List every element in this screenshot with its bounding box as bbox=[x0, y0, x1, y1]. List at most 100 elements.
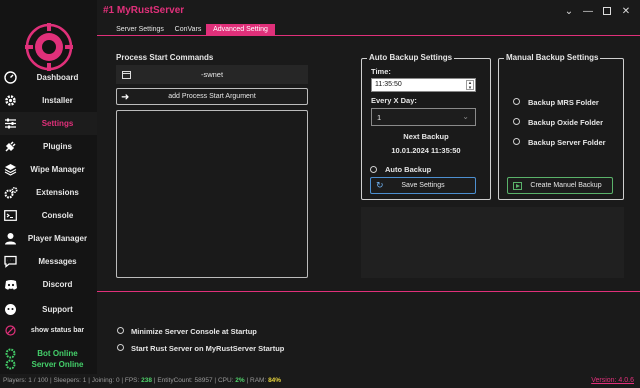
discord-icon bbox=[3, 277, 18, 292]
sidebar-item-label: show status bar bbox=[30, 327, 85, 334]
next-backup-value: 10.01.2024 11:35:50 bbox=[391, 146, 461, 155]
gear-icon bbox=[3, 93, 18, 108]
sidebar-item-label: Support bbox=[42, 305, 73, 314]
maximize-button[interactable] bbox=[600, 4, 614, 18]
no-icon bbox=[3, 323, 18, 338]
sidebar-item-label: Extensions bbox=[36, 188, 79, 197]
backup-oxide-radio[interactable] bbox=[513, 118, 520, 125]
sidebar-item-label: Server Online bbox=[31, 359, 84, 369]
time-value: 11:35:50 bbox=[375, 81, 402, 88]
cpu-value: 2% bbox=[235, 377, 245, 384]
chevron-down-icon[interactable]: ⌄ bbox=[562, 4, 576, 18]
arrow-right-icon: ➜ bbox=[121, 92, 130, 103]
day-select[interactable]: 1 ⌄ bbox=[371, 108, 476, 126]
status-bar: Players: 1 / 100 | Sleepers: 1 | Joining… bbox=[0, 374, 640, 388]
divider bbox=[97, 291, 640, 292]
title-bar: #1 MyRustServer ⌄ — ✕ bbox=[97, 0, 640, 22]
entity-value: 58957 bbox=[194, 377, 213, 384]
save-settings-button[interactable]: ↻ Save Settings bbox=[370, 177, 476, 194]
minimize-console-label: Minimize Server Console at Startup bbox=[131, 327, 257, 336]
add-argument-button[interactable]: ➜ add Process Start Argument bbox=[116, 88, 308, 105]
support-icon bbox=[3, 302, 18, 317]
auto-backup-label: Auto Backup bbox=[385, 165, 432, 174]
sidebar-item-plugins[interactable]: Plugins bbox=[0, 135, 97, 158]
sidebar-item-support[interactable]: Support bbox=[0, 298, 97, 321]
cpu-label: CPU: bbox=[217, 377, 234, 384]
sidebar-item-label: Player Manager bbox=[27, 234, 88, 243]
backup-mrs-label: Backup MRS Folder bbox=[528, 98, 599, 107]
sidebar-item-messages[interactable]: Messages bbox=[0, 250, 97, 273]
sleepers-value: 1 bbox=[82, 377, 87, 384]
fps-label: FPS: bbox=[124, 377, 140, 384]
server-icon bbox=[3, 357, 18, 372]
sidebar-item-label: Messages bbox=[38, 257, 77, 266]
sleepers-label: Sleepers: bbox=[53, 377, 81, 384]
logo bbox=[25, 23, 73, 71]
sliders-icon bbox=[3, 116, 18, 131]
sidebar-item-installer[interactable]: Installer bbox=[0, 89, 97, 112]
backup-mrs-radio[interactable] bbox=[513, 98, 520, 105]
backup-server-label: Backup Server Folder bbox=[528, 138, 606, 147]
backup-oxide-label: Backup Oxide Folder bbox=[528, 118, 604, 127]
status-metrics: Players: 1 / 100 | Sleepers: 1 | Joining… bbox=[3, 377, 282, 384]
create-backup-button[interactable]: Create Manuel Backup bbox=[507, 177, 613, 194]
time-label: Time: bbox=[371, 67, 391, 76]
sidebar-item-wipe-manager[interactable]: Wipe Manager bbox=[0, 158, 97, 181]
close-button[interactable]: ✕ bbox=[619, 4, 633, 18]
tab-convars[interactable]: ConVars bbox=[173, 24, 203, 35]
ram-value: 84% bbox=[268, 377, 282, 384]
tab-advanced-setting[interactable]: Advanced Setting bbox=[206, 24, 275, 35]
process-args-list[interactable] bbox=[116, 110, 308, 278]
tab-server-settings[interactable]: Server Settings bbox=[109, 24, 171, 35]
sidebar-item-extensions[interactable]: Extensions bbox=[0, 181, 97, 204]
layers-icon bbox=[3, 162, 18, 177]
sidebar: Dashboard Installer Settings Plugins Wip… bbox=[0, 0, 97, 374]
sidebar-item-label: Installer bbox=[42, 96, 73, 105]
play-icon bbox=[513, 182, 522, 190]
fps-value: 238 bbox=[141, 377, 152, 384]
players-value: 1 / 100 bbox=[28, 377, 49, 384]
log-panel bbox=[361, 207, 624, 278]
gears-icon bbox=[3, 185, 18, 200]
sidebar-item-discord[interactable]: Discord bbox=[0, 273, 97, 296]
plug-icon bbox=[3, 139, 18, 154]
sidebar-item-label: Plugins bbox=[43, 142, 72, 151]
process-arg-value: -swnet bbox=[200, 70, 224, 79]
backup-server-radio[interactable] bbox=[513, 138, 520, 145]
sidebar-item-label: Discord bbox=[42, 280, 73, 289]
minimize-console-radio[interactable] bbox=[117, 327, 124, 334]
manual-backup-title: Manual Backup Settings bbox=[504, 53, 601, 62]
terminal-icon bbox=[3, 208, 18, 223]
sidebar-item-console[interactable]: Console bbox=[0, 204, 97, 227]
sidebar-item-player-manager[interactable]: Player Manager bbox=[0, 227, 97, 250]
sidebar-item-server-online[interactable]: Server Online bbox=[0, 356, 97, 372]
start-server-radio[interactable] bbox=[117, 344, 124, 351]
time-field[interactable]: 11:35:50 ▴ ▾ bbox=[371, 78, 476, 92]
next-backup-label: Next Backup bbox=[403, 132, 449, 141]
sidebar-item-label: Dashboard bbox=[36, 73, 79, 82]
sidebar-item-status-bar[interactable]: show status bar bbox=[0, 319, 97, 342]
refresh-icon: ↻ bbox=[376, 180, 384, 190]
auto-backup-radio[interactable] bbox=[370, 166, 377, 173]
sidebar-item-label: Console bbox=[41, 211, 74, 220]
process-arg-row[interactable]: -swnet bbox=[116, 65, 308, 84]
user-icon bbox=[3, 231, 18, 246]
chat-icon bbox=[3, 254, 18, 269]
day-label: Every X Day: bbox=[371, 96, 417, 105]
window-title: #1 MyRustServer bbox=[103, 5, 185, 16]
sidebar-item-settings[interactable]: Settings bbox=[0, 112, 97, 135]
tab-bar: Server Settings ConVars Advanced Setting bbox=[97, 24, 640, 36]
auto-backup-title: Auto Backup Settings bbox=[367, 53, 455, 62]
create-backup-label: Create Manuel Backup bbox=[530, 182, 602, 189]
version-link[interactable]: Version: 4.0.6 bbox=[591, 374, 634, 388]
players-label: Players: bbox=[3, 377, 27, 384]
dashboard-icon bbox=[3, 70, 18, 85]
time-spinner[interactable]: ▴ ▾ bbox=[466, 80, 474, 91]
save-settings-label: Save Settings bbox=[401, 182, 445, 189]
entity-label: EntityCount: bbox=[157, 377, 193, 384]
sidebar-item-label: Settings bbox=[41, 119, 74, 128]
sidebar-item-dashboard[interactable]: Dashboard bbox=[0, 66, 97, 89]
minimize-button[interactable]: — bbox=[581, 4, 595, 18]
joining-label: Joining: bbox=[91, 377, 115, 384]
start-server-label: Start Rust Server on MyRustServer Startu… bbox=[131, 344, 285, 353]
